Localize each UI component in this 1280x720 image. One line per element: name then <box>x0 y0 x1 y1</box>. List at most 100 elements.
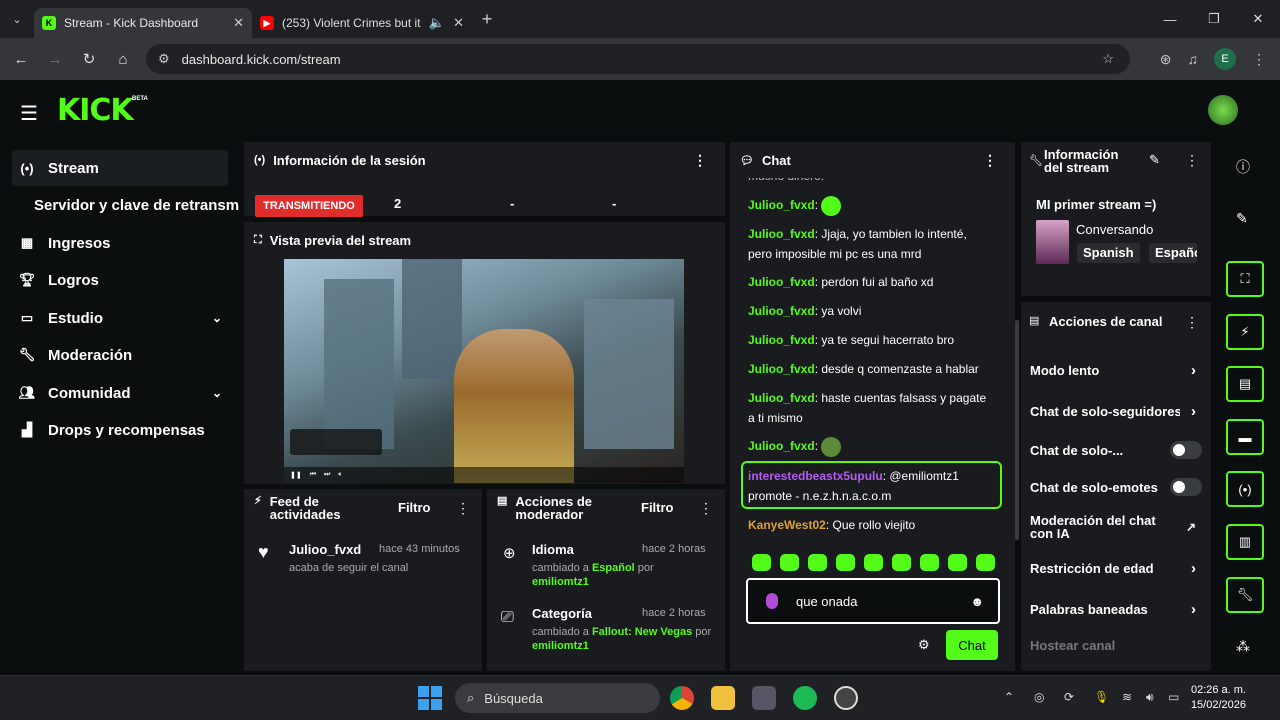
sidebar-item-estudio[interactable]: ▭ Estudio ⌄ <box>12 300 228 336</box>
chat-send-button[interactable]: Chat <box>946 630 998 660</box>
more-options-icon[interactable]: ⋮ <box>983 152 997 169</box>
video-controls[interactable]: ❚❚ ⏮ ⏭ 🔈︎ <box>284 467 684 483</box>
bookmark-star-icon[interactable]: ☆ <box>1102 51 1114 67</box>
more-options-icon[interactable]: ⋮ <box>456 500 470 517</box>
tray-mic-icon[interactable]: 🎙︎ <box>1094 690 1109 704</box>
url-bar[interactable]: ⚙ dashboard.kick.com/stream ☆ <box>146 44 1130 74</box>
mod-action-user[interactable]: emiliomtz1 <box>532 640 589 652</box>
spotify-icon[interactable] <box>793 686 817 710</box>
new-tab-button[interactable]: + <box>472 9 502 30</box>
more-options-icon[interactable]: ⋮ <box>1185 152 1199 169</box>
tray-sync-icon[interactable]: ⟳ <box>1064 690 1074 704</box>
edit-pencil-icon[interactable]: ✎ <box>1149 152 1160 168</box>
extensions-icon[interactable]: ⊛ <box>1160 51 1172 68</box>
info-icon[interactable]: ⓘ <box>1236 157 1250 177</box>
more-options-icon[interactable]: ⋮ <box>1185 314 1199 331</box>
stream-preview-video[interactable]: ❚❚ ⏮ ⏭ 🔈︎ <box>284 259 684 483</box>
chat-settings-icon[interactable]: ⚙ <box>918 637 930 653</box>
tray-chevron-icon[interactable]: ⌃ <box>1004 690 1014 704</box>
profile-avatar[interactable]: E <box>1214 48 1236 70</box>
wifi-icon[interactable]: ≋ <box>1122 690 1132 704</box>
more-options-icon[interactable]: ⋮ <box>693 152 707 169</box>
chrome-icon[interactable] <box>670 686 694 710</box>
tray-app-icon[interactable]: ◎ <box>1034 690 1044 704</box>
mod-action-user[interactable]: emiliomtz1 <box>532 576 589 588</box>
browser-tab-youtube[interactable]: ▶ (253) Violent Crimes but it'll 🔈 ✕ <box>252 8 472 38</box>
broadcast-tool-button[interactable]: (•) <box>1226 471 1264 507</box>
kick-logo[interactable]: KICK <box>57 93 134 128</box>
emote-icon[interactable] <box>976 554 995 571</box>
taskbar-search[interactable]: ⌕ Búsqueda <box>455 683 660 713</box>
layout-tool-button[interactable]: ▥ <box>1226 524 1264 560</box>
chat-scrollbar[interactable] <box>1015 320 1019 540</box>
chat-username[interactable]: Julioo_fvxd <box>748 304 815 318</box>
subs-only-toggle[interactable] <box>1170 441 1202 459</box>
restore-button[interactable]: ❐ <box>1192 0 1236 38</box>
action-host-channel[interactable]: Hostear canal <box>1030 636 1202 654</box>
obs-icon[interactable] <box>834 686 858 710</box>
sidebar-item-moderacion[interactable]: 🔧︎ Moderación <box>12 337 228 373</box>
browser-tab-kick[interactable]: K Stream - Kick Dashboard ✕ <box>34 8 252 38</box>
edit-pencil-icon[interactable]: ✎ <box>1236 210 1248 227</box>
feed-username[interactable]: Julioo_fvxd <box>289 542 361 557</box>
battery-icon[interactable]: ▭ <box>1168 690 1179 704</box>
sidebar-item-stream[interactable]: (•) Stream <box>12 150 228 186</box>
close-window-button[interactable]: ✕ <box>1236 0 1280 38</box>
chat-username[interactable]: Julioo_fvxd <box>748 391 815 405</box>
wrench-tool-button[interactable]: 🔧︎ <box>1226 577 1264 613</box>
emote-icon[interactable] <box>780 554 799 571</box>
close-tab-icon[interactable]: ✕ <box>233 15 244 31</box>
media-icon[interactable]: ♫ <box>1188 51 1199 67</box>
emotes-only-toggle[interactable] <box>1170 478 1202 496</box>
windows-start-icon[interactable] <box>418 686 442 710</box>
chevron-down-icon[interactable]: ⌄ <box>212 311 222 325</box>
hamburger-menu-icon[interactable]: ☰ <box>20 101 38 126</box>
emote-icon[interactable] <box>836 554 855 571</box>
notes-tool-button[interactable]: ▤ <box>1226 366 1264 402</box>
sidebar-item-logros[interactable]: 🏆︎ Logros <box>12 262 228 298</box>
minimize-button[interactable]: — <box>1148 0 1192 38</box>
stream-category[interactable]: Conversando <box>1076 222 1153 237</box>
chat-username[interactable]: Julioo_fvxd <box>748 333 815 347</box>
chat-username[interactable]: Julioo_fvxd <box>748 362 815 376</box>
home-icon[interactable]: ⌂ <box>106 51 140 68</box>
emote-icon[interactable] <box>752 554 771 571</box>
browser-menu-icon[interactable]: ⋮ <box>1252 51 1266 68</box>
category-thumbnail[interactable] <box>1036 220 1069 264</box>
chat-tool-button[interactable]: ▬ <box>1226 419 1264 455</box>
tab-search-icon[interactable]: ⌄ <box>0 0 34 38</box>
back-icon[interactable]: ← <box>4 51 38 68</box>
filter-button[interactable]: Filtro <box>398 500 431 515</box>
chat-username[interactable]: Julioo_fvxd <box>748 275 815 289</box>
action-followers-only[interactable]: Chat de solo-seguidores › <box>1030 402 1202 420</box>
site-info-icon[interactable]: ⚙ <box>158 51 170 67</box>
speaker-icon[interactable]: 🔈 <box>429 15 445 31</box>
sidebar-item-comunidad[interactable]: 👥︎ Comunidad ⌄ <box>12 375 228 411</box>
mic-icon[interactable] <box>766 593 778 609</box>
lightning-tool-button[interactable]: ⚡︎ <box>1226 314 1264 350</box>
emote-icon[interactable] <box>948 554 967 571</box>
chat-username[interactable]: KanyeWest02 <box>748 518 826 532</box>
emote-icon[interactable] <box>808 554 827 571</box>
emoji-picker-icon[interactable]: ☻ <box>970 594 984 609</box>
preview-tool-button[interactable]: ⛶ <box>1226 261 1264 297</box>
add-widget-icon[interactable]: ⁂ <box>1236 638 1250 655</box>
action-slow-mode[interactable]: Modo lento › <box>1030 361 1202 379</box>
chat-username[interactable]: Julioo_fvxd <box>748 227 815 241</box>
taskbar-clock[interactable]: 02:26 a. m. 15/02/2026 <box>1191 683 1246 713</box>
emote-icon[interactable] <box>892 554 911 571</box>
sidebar-item-ingresos[interactable]: ▦ Ingresos <box>12 225 228 261</box>
chat-username[interactable]: Julioo_fvxd <box>748 439 815 453</box>
more-options-icon[interactable]: ⋮ <box>699 500 713 517</box>
camera-app-icon[interactable] <box>752 686 776 710</box>
file-explorer-icon[interactable] <box>711 686 735 710</box>
user-avatar[interactable] <box>1208 95 1238 125</box>
action-ai-moderation[interactable]: Moderación del chat con IA ↗ <box>1030 513 1202 541</box>
chat-input[interactable]: que onada ☻ <box>746 578 1000 624</box>
action-banned-words[interactable]: Palabras baneadas › <box>1030 600 1202 618</box>
filter-button[interactable]: Filtro <box>641 500 674 515</box>
close-tab-icon[interactable]: ✕ <box>453 15 464 31</box>
sidebar-subitem-server-key[interactable]: Servidor y clave de retransmisión <box>34 197 240 214</box>
chat-username[interactable]: interestedbeastx5upulu <box>748 469 883 483</box>
emote-icon[interactable] <box>864 554 883 571</box>
